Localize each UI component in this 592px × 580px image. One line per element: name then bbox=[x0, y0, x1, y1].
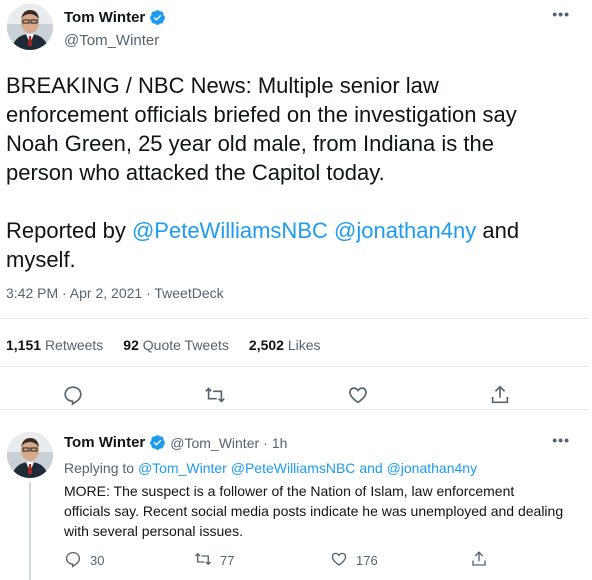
reply-header: Tom Winter @Tom_Winter · 1h bbox=[64, 434, 287, 451]
share-action[interactable] bbox=[470, 550, 488, 571]
mention-link[interactable]: @PeteWilliamsNBC bbox=[132, 218, 328, 243]
tweet-age[interactable]: 1h bbox=[272, 435, 288, 451]
mention-link[interactable]: @Tom_Winter bbox=[138, 460, 227, 476]
tweet-text: BREAKING / NBC News: Multiple senior law… bbox=[6, 71, 566, 274]
tweet-stats: 1,151 Retweets 92 Quote Tweets 2,502 Lik… bbox=[6, 337, 321, 353]
main-tweet: Tom Winter @Tom_Winter ••• BREAKING / NB… bbox=[0, 0, 592, 410]
divider bbox=[0, 318, 588, 319]
verified-badge-icon bbox=[149, 9, 166, 26]
more-dots-icon[interactable]: ••• bbox=[552, 432, 570, 448]
reply-count: 30 bbox=[90, 553, 105, 568]
retweet-count: 77 bbox=[220, 553, 235, 568]
retweets-label: Retweets bbox=[44, 337, 104, 353]
likes-label: Likes bbox=[287, 337, 321, 353]
reply-actions: 30 77 176 bbox=[64, 550, 524, 570]
quotes-stat[interactable]: 92 Quote Tweets bbox=[123, 337, 229, 353]
retweets-count: 1,151 bbox=[6, 337, 42, 353]
like-action[interactable]: 176 bbox=[330, 550, 378, 571]
likes-count: 2,502 bbox=[248, 337, 284, 353]
replying-and: and bbox=[359, 460, 383, 476]
separator: · bbox=[263, 434, 268, 451]
divider bbox=[0, 409, 588, 410]
reply-icon[interactable] bbox=[60, 382, 86, 408]
author-handle[interactable]: @Tom_Winter bbox=[64, 32, 159, 49]
mention-link[interactable]: @jonathan4ny bbox=[334, 218, 476, 243]
avatar[interactable] bbox=[7, 432, 53, 478]
avatar-image bbox=[7, 4, 53, 50]
verified-badge-icon bbox=[149, 434, 166, 451]
avatar[interactable] bbox=[7, 4, 53, 50]
author-name[interactable]: Tom Winter bbox=[64, 434, 145, 451]
replying-prefix: Replying to bbox=[64, 460, 135, 476]
like-icon bbox=[330, 550, 348, 571]
avatar-image bbox=[7, 432, 53, 478]
like-count: 176 bbox=[356, 553, 378, 568]
author-name[interactable]: Tom Winter bbox=[64, 9, 145, 26]
more-dots-icon[interactable]: ••• bbox=[552, 6, 570, 22]
reply-tweet[interactable]: Tom Winter @Tom_Winter · 1h ••• Replying… bbox=[0, 420, 592, 580]
reply-text: MORE: The suspect is a follower of the N… bbox=[64, 483, 564, 539]
retweet-icon[interactable] bbox=[202, 382, 228, 408]
share-icon bbox=[470, 550, 488, 571]
retweet-action[interactable]: 77 bbox=[194, 550, 234, 571]
replying-to: Replying to @Tom_Winter @PeteWilliamsNBC… bbox=[64, 460, 477, 476]
likes-stat[interactable]: 2,502 Likes bbox=[249, 337, 321, 353]
retweet-icon bbox=[194, 550, 212, 571]
tweet-actions bbox=[0, 382, 592, 408]
like-icon[interactable] bbox=[345, 382, 371, 408]
quotes-count: 92 bbox=[123, 337, 139, 353]
divider bbox=[0, 366, 588, 367]
retweets-stat[interactable]: 1,151 Retweets bbox=[6, 337, 103, 353]
mention-link[interactable]: @PeteWilliamsNBC bbox=[231, 460, 356, 476]
author-handle[interactable]: @Tom_Winter bbox=[170, 435, 259, 451]
thread-line bbox=[29, 482, 31, 580]
reply-action[interactable]: 30 bbox=[64, 550, 104, 571]
share-icon[interactable] bbox=[487, 382, 513, 408]
mention-link[interactable]: @jonathan4ny bbox=[387, 460, 478, 476]
quotes-label: Quote Tweets bbox=[142, 337, 229, 353]
reply-icon bbox=[64, 550, 82, 571]
author-name-row: Tom Winter bbox=[64, 9, 166, 26]
tweet-timestamp[interactable]: 3:42 PM · Apr 2, 2021 · TweetDeck bbox=[6, 285, 224, 301]
